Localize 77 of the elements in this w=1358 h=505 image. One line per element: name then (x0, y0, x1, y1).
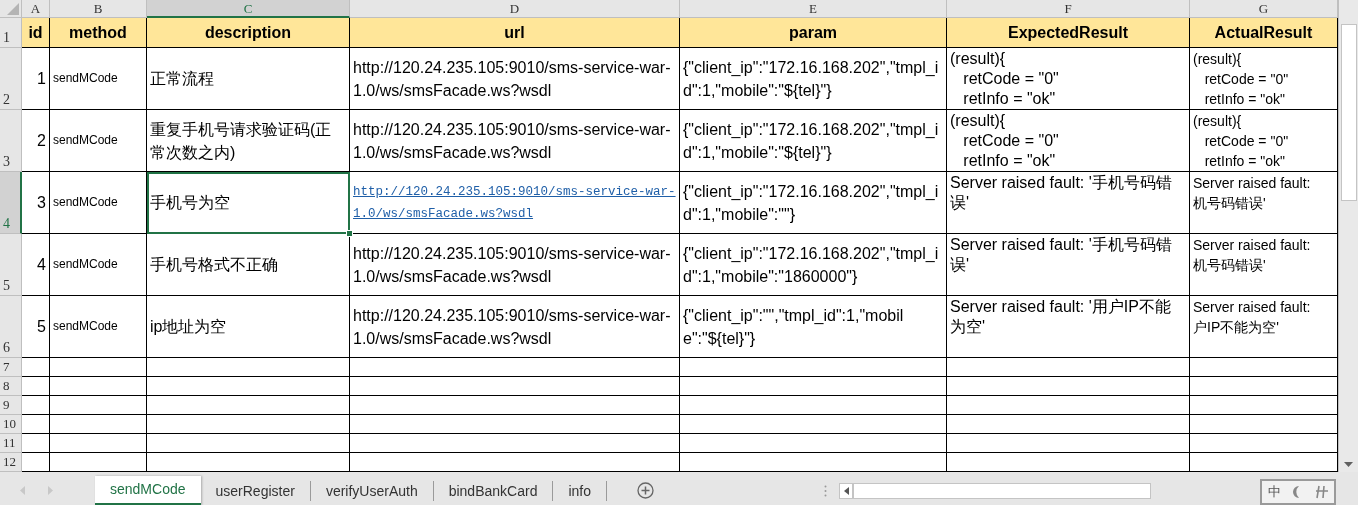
table-cell-text: {"client_ip":"172.16.168.202","tmpl_id":1,"mobile":"${tel}"} (683, 119, 940, 163)
hyperlink[interactable]: http://120.24.235.105:9010/sms-service-war-1.0/ws/smsFacade.ws?wsdl (353, 180, 676, 225)
table-cell-text: http://120.24.235.105:9010/sms-service-war-1.0/ws/smsFacade.ws?wsdl (353, 243, 672, 287)
table-cell-text: 2 (37, 131, 46, 151)
header-cell: description (147, 18, 350, 48)
table-cell-text: sendMCode (53, 194, 118, 211)
table-cell-text: http://120.24.235.105:9010/sms-service-war-1.0/ws/smsFacade.ws?wsdl (353, 57, 672, 101)
vertical-scrollbar[interactable] (1338, 0, 1358, 472)
column-header[interactable]: D (350, 0, 680, 18)
ime-toolbar[interactable]: 中 (1260, 479, 1336, 505)
table-cell-text: 正常流程 (150, 69, 214, 89)
table-cell-text: ip地址为空 (150, 317, 227, 337)
row-header[interactable]: 12 (0, 453, 22, 472)
header-cell: id (22, 18, 50, 48)
table-cell-text: Server raised fault: 机号码错误' (1193, 236, 1311, 275)
sheet-tab[interactable]: sendMCode (95, 476, 201, 505)
table-cell-text: {"client_ip":"172.16.168.202","tmpl_id":1,"mobile":"1860000"} (683, 243, 940, 287)
sheet-tab[interactable]: bindBankCard (433, 480, 554, 501)
table-cell-text: (result){ retCode = "0" retInfo = "ok" (1193, 50, 1289, 109)
table-cell-text: Server raised fault: 户IP不能为空' (1193, 298, 1311, 337)
table-cell-text: Server raised fault: '手机号码错误' (950, 235, 1173, 275)
table-cell-text: 1 (37, 69, 46, 89)
next-sheet-icon[interactable] (48, 486, 54, 495)
row-header[interactable]: 8 (0, 377, 22, 396)
row-header[interactable]: 10 (0, 415, 22, 434)
table-cell: (result){ retCode = "0" retInfo = "ok" (950, 111, 1059, 171)
column-header[interactable]: C (147, 0, 350, 18)
table-cell-text: Server raised fault: '手机号码错误' (950, 173, 1173, 213)
table-cell-text: 手机号为空 (150, 193, 230, 213)
row-header[interactable]: 6 (0, 296, 22, 358)
table-cell-text: sendMCode (53, 318, 118, 335)
row-header[interactable]: 2 (0, 48, 22, 110)
row-header[interactable]: 3 (0, 110, 22, 172)
table-cell-text: Server raised fault: '用户IP不能为空' (950, 297, 1172, 337)
table-cell-text: 4 (37, 255, 46, 275)
row-header[interactable]: 5 (0, 234, 22, 296)
header-cell: ExpectedResult (947, 18, 1190, 48)
header-cell: url (350, 18, 680, 48)
table-cell-text: 手机号格式不正确 (150, 255, 278, 275)
table-cell-text: {"client_ip":"172.16.168.202","tmpl_id":1,"mobile":""} (683, 181, 940, 225)
scroll-left-icon[interactable] (843, 486, 849, 495)
splitter-icon[interactable] (824, 484, 827, 497)
table-cell-text: Server raised fault: 机号码错误' (1193, 174, 1311, 213)
sheet-tab[interactable]: userRegister (200, 480, 311, 501)
sheet-tab[interactable]: info (553, 480, 607, 501)
table-cell-text: 重复手机号请求验证码(正常次数之内) (150, 119, 333, 163)
previous-sheet-icon[interactable] (20, 486, 26, 495)
table-cell-text: sendMCode (53, 256, 118, 273)
table-cell: (result){ retCode = "0" retInfo = "ok" (950, 49, 1059, 109)
table-cell-text: 5 (37, 317, 46, 337)
row-header[interactable]: 4 (0, 172, 22, 234)
header-cell: method (50, 18, 147, 48)
table-cell-text: {"client_ip":"","tmpl_id":1,"mobile":"${tel}"} (683, 305, 905, 349)
header-cell: param (680, 18, 947, 48)
column-header[interactable]: B (50, 0, 147, 18)
table-cell-text: http://120.24.235.105:9010/sms-service-war-1.0/ws/smsFacade.ws?wsdl (353, 305, 672, 349)
select-all-icon[interactable] (7, 3, 19, 15)
table-cell-text: {"client_ip":"172.16.168.202","tmpl_id":1,"mobile":"${tel}"} (683, 57, 940, 101)
sheet-tab[interactable]: verifyUserAuth (310, 480, 434, 501)
header-cell: ActualResult (1190, 18, 1338, 48)
column-header[interactable]: G (1190, 0, 1338, 18)
add-sheet-icon[interactable] (637, 482, 654, 499)
table-cell-text: sendMCode (53, 70, 118, 87)
ime-mode[interactable]: 中 (1267, 483, 1281, 501)
column-header[interactable]: A (22, 0, 50, 18)
column-header[interactable]: F (947, 0, 1190, 18)
scroll-down-icon[interactable] (1344, 462, 1353, 468)
table-cell-text: sendMCode (53, 132, 118, 149)
row-header[interactable]: 9 (0, 396, 22, 415)
table-cell-text: 3 (37, 193, 46, 213)
row-header[interactable]: 7 (0, 358, 22, 377)
table-cell-text: http://120.24.235.105:9010/sms-service-war-1.0/ws/smsFacade.ws?wsdl (353, 119, 672, 163)
table-cell-text: (result){ retCode = "0" retInfo = "ok" (1193, 112, 1289, 171)
horizontal-scrollbar[interactable] (839, 482, 1154, 499)
column-header[interactable]: E (680, 0, 947, 18)
row-header[interactable]: 11 (0, 434, 22, 453)
row-header[interactable]: 1 (0, 18, 22, 48)
